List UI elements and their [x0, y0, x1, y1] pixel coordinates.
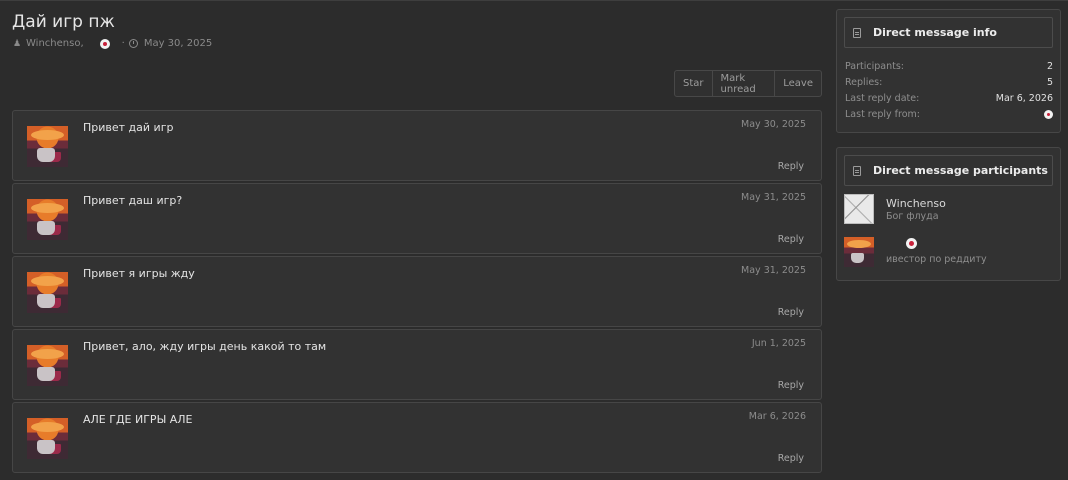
user-avatar[interactable]	[27, 199, 68, 240]
participant-title: ивестор по реддиту	[886, 254, 987, 265]
meta-separator: ·	[121, 38, 125, 49]
message-list: Привет дай игр May 30, 2025 Reply Привет…	[12, 110, 822, 475]
reply-link[interactable]: Reply	[778, 453, 804, 464]
mark-unread-button[interactable]: Mark unread	[711, 71, 775, 96]
dm-participants-heading: Direct message participants	[844, 155, 1053, 186]
message-date[interactable]: Mar 6, 2026	[749, 411, 806, 422]
reply-link[interactable]: Reply	[778, 380, 804, 391]
clock-icon	[128, 39, 138, 48]
message-date[interactable]: Jun 1, 2025	[752, 338, 806, 349]
reply-link[interactable]: Reply	[778, 234, 804, 245]
last-reply-date-row: Last reply date: Mar 6, 2026	[845, 90, 1053, 106]
star-button[interactable]: Star	[675, 71, 712, 96]
dm-info-block: Direct message info Participants: 2 Repl…	[836, 9, 1061, 133]
top-border	[0, 0, 1068, 1]
author-link[interactable]: Winchenso,	[26, 38, 84, 49]
dm-info-heading: Direct message info	[844, 17, 1053, 48]
leave-button[interactable]: Leave	[774, 71, 821, 96]
last-reply-from-row: Last reply from:	[845, 106, 1053, 122]
message-item: Привет даш игр? May 31, 2025 Reply	[12, 183, 822, 254]
user-avatar[interactable]	[27, 345, 68, 386]
thread-actions: Star Mark unread Leave	[674, 70, 822, 97]
message-date[interactable]: May 31, 2025	[741, 265, 806, 276]
message-text: Привет дай игр	[83, 121, 174, 134]
participant-item: ивестор по реддиту	[844, 237, 1054, 269]
dm-info-rows: Participants: 2 Replies: 5 Last reply da…	[845, 58, 1053, 122]
participant-avatar[interactable]	[844, 194, 874, 224]
participants-row: Participants: 2	[845, 58, 1053, 74]
participant-item: Winchenso Бог флуда	[844, 194, 1054, 226]
message-text: Привет даш игр?	[83, 194, 183, 207]
participant-name[interactable]: Winchenso	[886, 197, 946, 210]
participants-label: Participants:	[845, 60, 905, 72]
page-title: Дай игр пж	[12, 12, 115, 32]
last-reply-date-value: Mar 6, 2026	[995, 92, 1053, 104]
message-text: Привет я игры жду	[83, 267, 195, 280]
last-reply-from-label: Last reply from:	[845, 108, 920, 120]
participant-title: Бог флуда	[886, 211, 939, 222]
last-reply-date-label: Last reply date:	[845, 92, 920, 104]
last-reply-user-avatar[interactable]	[1044, 109, 1053, 119]
message-date[interactable]: May 30, 2025	[741, 119, 806, 130]
thread-date: May 30, 2025	[143, 38, 213, 49]
user-avatar[interactable]	[27, 126, 68, 167]
message-text: Привет, ало, жду игры день какой то там	[83, 340, 327, 353]
reply-link[interactable]: Reply	[778, 307, 804, 318]
message-item: Привет дай игр May 30, 2025 Reply	[12, 110, 822, 181]
user-avatar[interactable]	[27, 272, 68, 313]
user-avatar[interactable]	[27, 418, 68, 459]
dm-participants-block: Direct message participants Winchenso Бо…	[836, 147, 1061, 281]
replies-row: Replies: 5	[845, 74, 1053, 90]
document-icon	[853, 27, 861, 38]
message-date[interactable]: May 31, 2025	[741, 192, 806, 203]
message-item: Привет я игры жду May 31, 2025 Reply	[12, 256, 822, 327]
dm-info-title: Direct message info	[873, 26, 997, 39]
dm-participants-title: Direct message participants	[873, 164, 1048, 177]
thread-meta: ♟ Winchenso, · May 30, 2025	[12, 38, 212, 49]
participant-name-avatar-icon[interactable]	[906, 238, 917, 249]
participants-value: 2	[1046, 60, 1053, 72]
message-item: АЛЕ ГДЕ ИГРЫ АЛЕ Mar 6, 2026 Reply	[12, 402, 822, 473]
document-icon	[853, 165, 861, 176]
reply-link[interactable]: Reply	[778, 161, 804, 172]
replies-value: 5	[1046, 76, 1053, 88]
participant-avatar[interactable]	[844, 237, 874, 267]
replies-label: Replies:	[845, 76, 883, 88]
message-text: АЛЕ ГДЕ ИГРЫ АЛЕ	[83, 413, 193, 426]
users-icon: ♟	[12, 38, 22, 49]
message-item: Привет, ало, жду игры день какой то там …	[12, 329, 822, 400]
participant-avatar-icon[interactable]	[99, 38, 110, 49]
